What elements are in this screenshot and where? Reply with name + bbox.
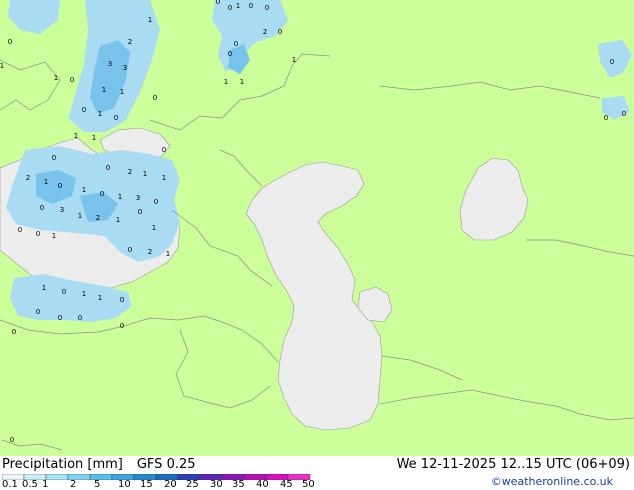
precip-value-label: 0 bbox=[8, 38, 12, 46]
legend-tick-label: 0.5 bbox=[22, 479, 38, 490]
precip-value-label: 0 bbox=[604, 114, 608, 122]
precip-value-label: 1 bbox=[118, 193, 122, 201]
legend-tick-label: 30 bbox=[210, 479, 223, 490]
precip-value-label: 1 bbox=[162, 174, 166, 182]
footer-bar: Precipitation [mm] GFS 0.25 We 12-11-2025… bbox=[0, 456, 634, 490]
precip-value-label: 0 bbox=[622, 110, 626, 118]
precip-value-label: 0 bbox=[128, 246, 132, 254]
precip-value-label: 2 bbox=[96, 214, 100, 222]
precip-value-label: 2 bbox=[26, 174, 30, 182]
precip-value-label: 0 bbox=[120, 296, 124, 304]
precip-value-label: 0 bbox=[154, 198, 158, 206]
precip-value-label: 0 bbox=[58, 182, 62, 190]
precip-value-label: 2 bbox=[128, 38, 132, 46]
model-name: GFS 0.25 bbox=[136, 457, 196, 472]
precip-value-label: 1 bbox=[82, 290, 86, 298]
precip-value-label: 1 bbox=[98, 294, 102, 302]
precip-value-label: 0 bbox=[62, 288, 66, 296]
precip-value-label: 0 bbox=[10, 436, 14, 444]
precip-value-label: 2 bbox=[263, 28, 267, 36]
precip-value-label: 0 bbox=[78, 314, 82, 322]
precip-value-label: 0 bbox=[228, 50, 232, 58]
precip-value-label: 1 bbox=[102, 86, 106, 94]
legend-tick-label: 15 bbox=[140, 479, 153, 490]
precip-value-label: 0 bbox=[249, 2, 253, 10]
precipitation-map: 10 23 31011 000112 011 0 001 100000 0011002 1 12 1 0… bbox=[0, 0, 634, 456]
precip-value-label: 1 bbox=[143, 170, 147, 178]
precip-value-label: 2 bbox=[148, 248, 152, 256]
precip-value-label: 1 bbox=[78, 212, 82, 220]
legend-tick-label: 35 bbox=[232, 479, 245, 490]
precip-value-label: 1 bbox=[236, 2, 240, 10]
precip-value-label: 0 bbox=[228, 4, 232, 12]
precip-value-label: 0 bbox=[265, 4, 269, 12]
precip-value-label: 0 bbox=[216, 0, 220, 6]
precip-value-label: 0 bbox=[36, 308, 40, 316]
legend-tick-label: 20 bbox=[164, 479, 177, 490]
precip-value-label: 0 bbox=[18, 226, 22, 234]
title-text: Precipitation [mm] bbox=[2, 457, 123, 472]
precip-value-label: 0 bbox=[70, 76, 74, 84]
precip-value-label: 0 bbox=[58, 314, 62, 322]
legend-swatch bbox=[45, 474, 69, 480]
legend-tick-label: 50 bbox=[302, 479, 315, 490]
precip-value-label: 0 bbox=[100, 190, 104, 198]
precip-value-label: 1 bbox=[240, 78, 244, 86]
precip-value-label: 2 bbox=[128, 168, 132, 176]
precip-value-label: 1 bbox=[120, 88, 124, 96]
precip-value-label: 0 bbox=[40, 204, 44, 212]
legend-tick-label: 0.1 bbox=[2, 479, 18, 490]
precip-value-label: 0 bbox=[162, 146, 166, 154]
precip-value-label: 1 bbox=[74, 132, 78, 140]
precip-value-label: 0 bbox=[114, 114, 118, 122]
legend-tick-label: 5 bbox=[94, 479, 101, 490]
legend-tick-label: 1 bbox=[42, 479, 49, 490]
precip-value-label: 0 bbox=[52, 154, 56, 162]
legend-tick-label: 2 bbox=[70, 479, 77, 490]
precip-value-label: 0 bbox=[106, 164, 110, 172]
precip-value-label: 0 bbox=[82, 106, 86, 114]
precip-value-label: 1 bbox=[54, 74, 58, 82]
precip-value-label: 1 bbox=[98, 110, 102, 118]
precip-value-label: 0 bbox=[278, 28, 282, 36]
valid-datetime: We 12-11-2025 12..15 UTC (06+09) bbox=[396, 457, 630, 472]
precip-value-label: 0 bbox=[610, 58, 614, 66]
legend-tick-label: 40 bbox=[256, 479, 269, 490]
precip-value-label: 1 bbox=[148, 16, 152, 24]
precip-value-label: 1 bbox=[52, 232, 56, 240]
precip-value-label: 1 bbox=[116, 216, 120, 224]
color-legend: 0.1 0.5 1 2 5 10 15 20 25 30 35 40 45 50 bbox=[0, 474, 340, 490]
precip-value-label: 1 bbox=[152, 224, 156, 232]
precip-value-label: 1 bbox=[292, 56, 296, 64]
legend-tick-label: 25 bbox=[186, 479, 199, 490]
precip-value-label: 1 bbox=[92, 134, 96, 142]
legend-tick-label: 45 bbox=[280, 479, 293, 490]
precip-value-label: 1 bbox=[82, 186, 86, 194]
precip-value-label: 1 bbox=[0, 62, 4, 70]
map-title: Precipitation [mm] GFS 0.25 bbox=[2, 457, 196, 472]
precip-value-label: 3 bbox=[136, 194, 140, 202]
precip-value-label: 0 bbox=[138, 208, 142, 216]
precip-value-label: 1 bbox=[166, 250, 170, 258]
precip-value-label: 0 bbox=[234, 40, 238, 48]
precip-value-label: 0 bbox=[120, 322, 124, 330]
precip-value-label: 3 bbox=[60, 206, 64, 214]
precip-value-label: 1 bbox=[42, 284, 46, 292]
precip-value-label: 0 bbox=[12, 328, 16, 336]
precip-value-label: 1 bbox=[224, 78, 228, 86]
precip-value-label: 3 bbox=[108, 60, 112, 68]
precip-value-label: 1 bbox=[44, 178, 48, 186]
map-area: 1023310110001120110001100000001100211210… bbox=[0, 0, 634, 456]
legend-tick-label: 10 bbox=[118, 479, 131, 490]
precip-value-label: 3 bbox=[123, 64, 127, 72]
precip-value-label: 0 bbox=[153, 94, 157, 102]
precip-value-label: 0 bbox=[36, 230, 40, 238]
credit-link[interactable]: ©weatheronline.co.uk bbox=[491, 475, 613, 488]
